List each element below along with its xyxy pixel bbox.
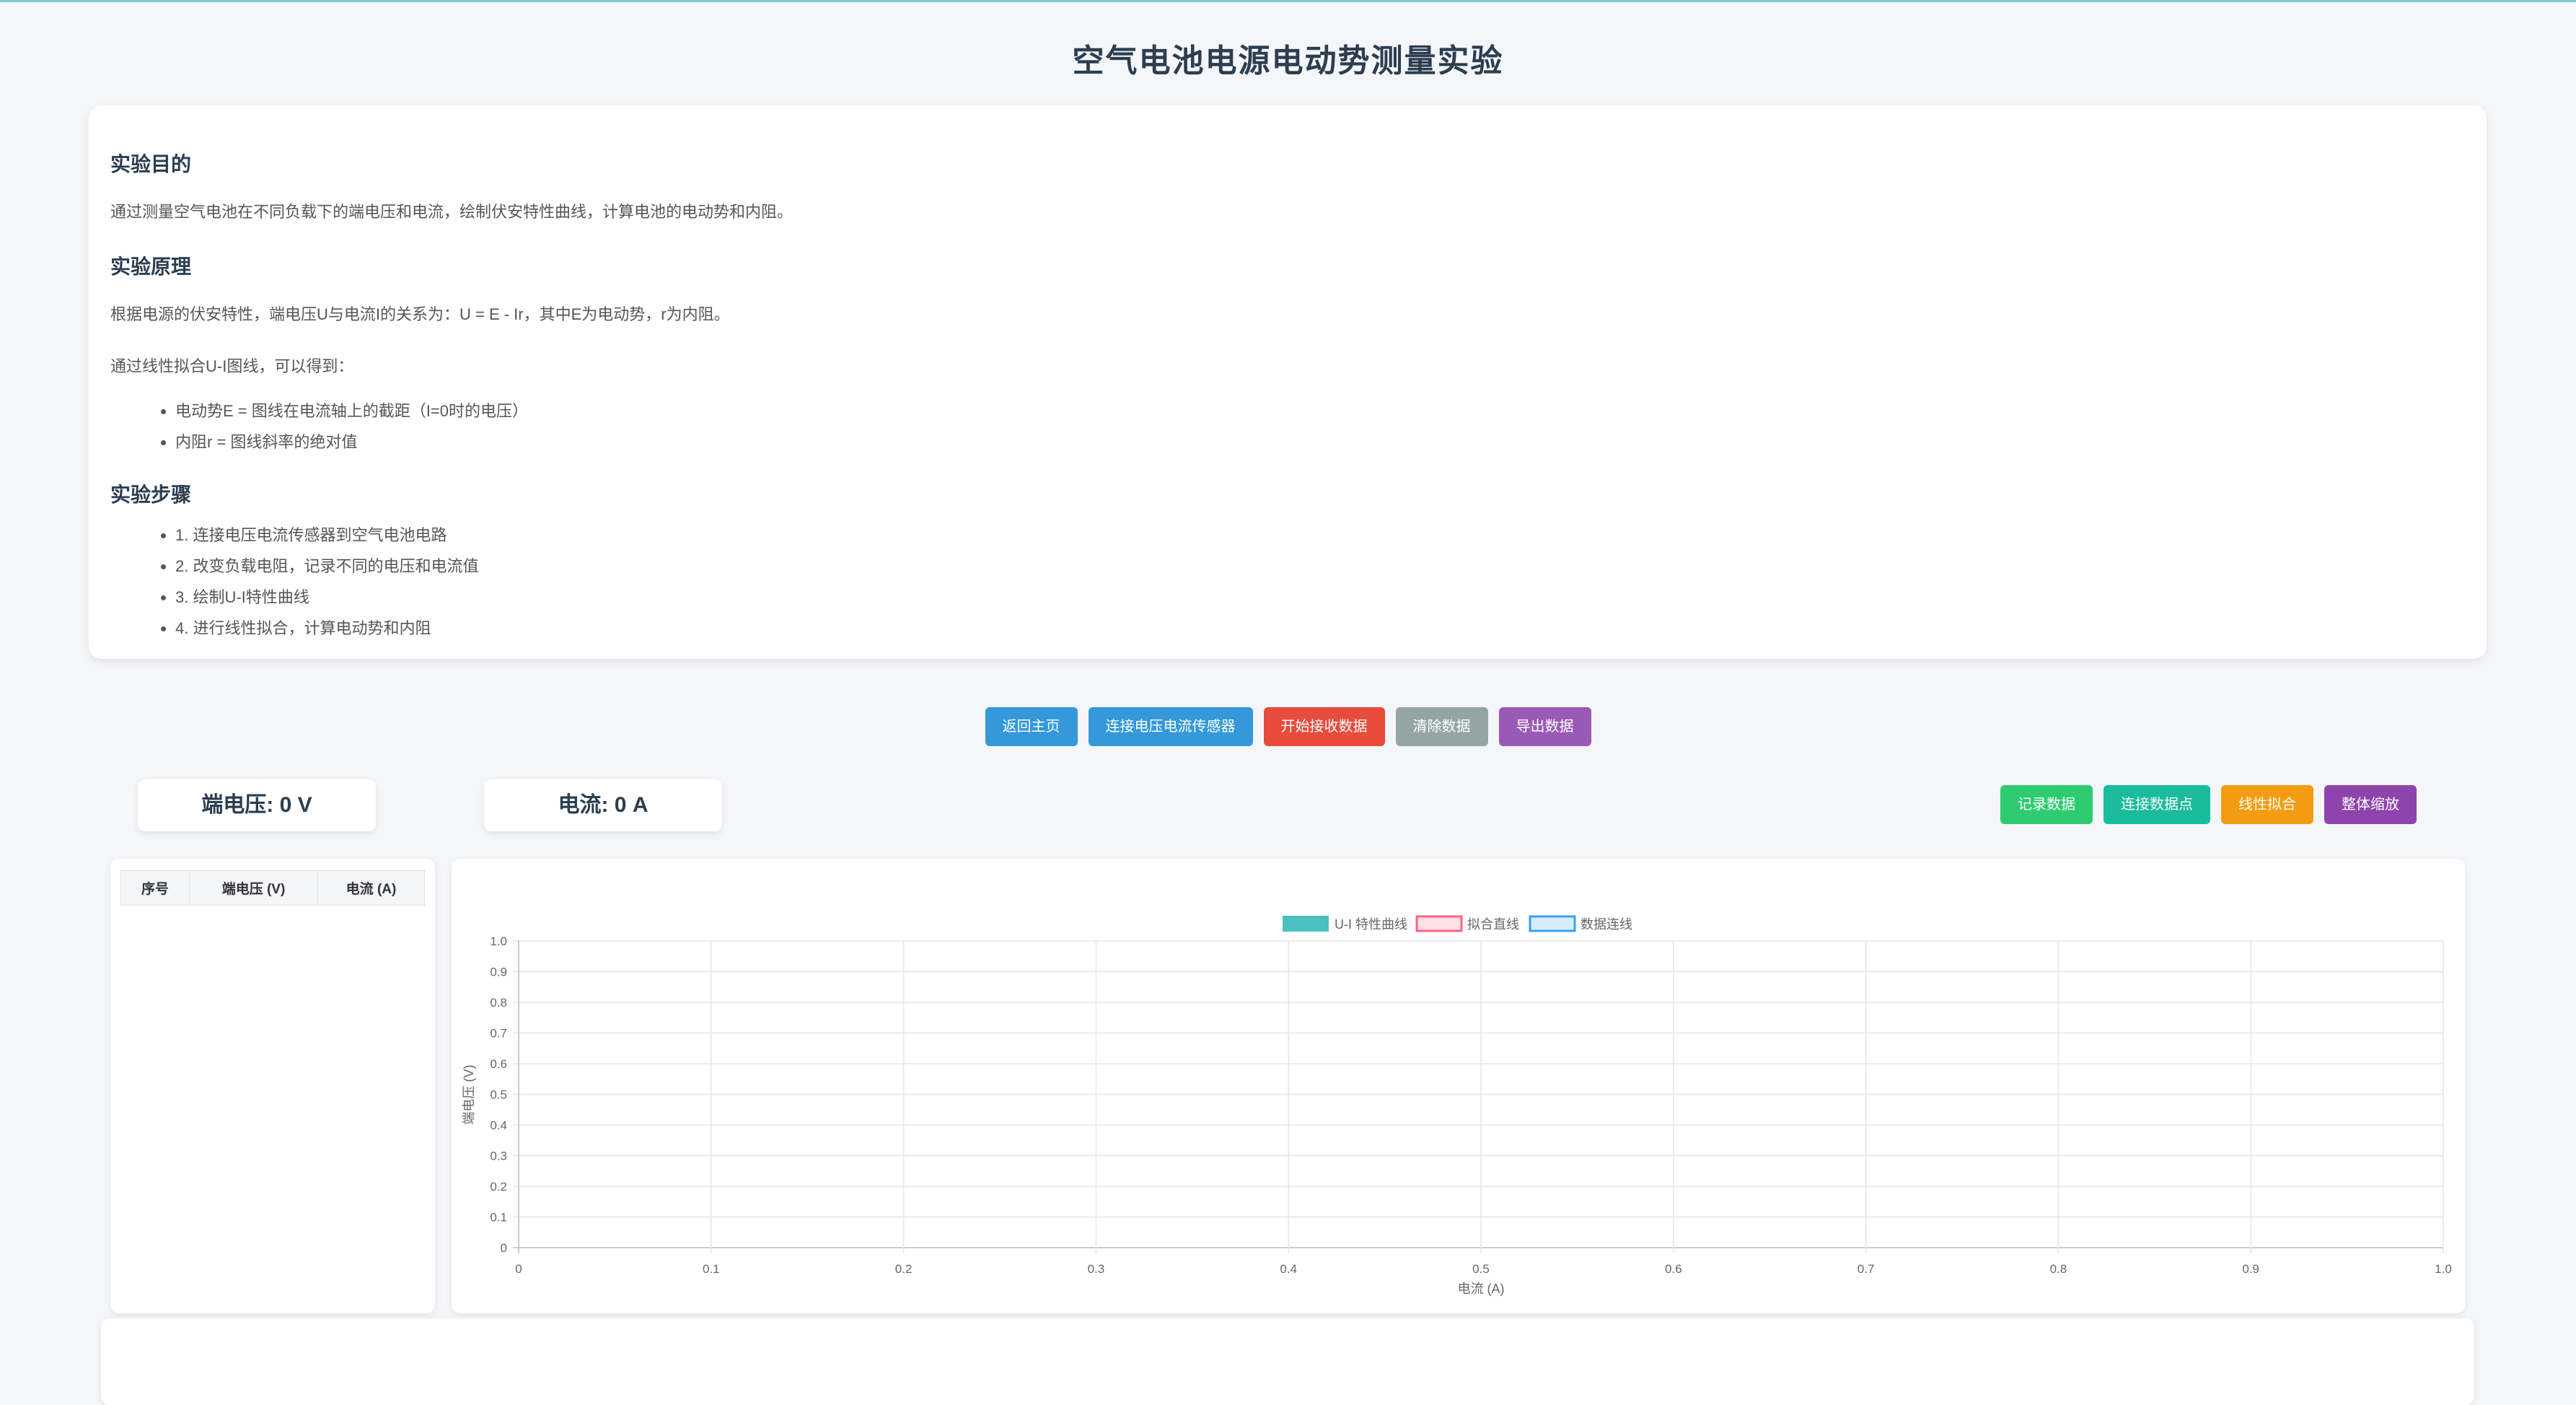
step-item: 1. 连接电压电流传感器到空气电池电路 <box>175 520 2465 551</box>
linear-fit-button[interactable]: 线性拟合 <box>2221 785 2313 824</box>
col-voltage-header: 端电压 (V) <box>189 870 318 906</box>
top-accent-line <box>0 0 2576 2</box>
y-tick-label: 0.3 <box>490 1150 507 1163</box>
principle-item: 电动势E = 图线在电流轴上的截距（I=0时的电压） <box>175 395 2465 426</box>
zoom-all-button[interactable]: 整体缩放 <box>2324 785 2417 824</box>
x-tick-label: 0.9 <box>2242 1262 2259 1276</box>
steps-heading: 实验步骤 <box>110 483 192 506</box>
x-tick-label: 0.4 <box>1280 1262 1297 1276</box>
y-tick-label: 0 <box>501 1241 507 1255</box>
y-axis-label: 端电压 (V) <box>462 1065 476 1125</box>
home-button[interactable]: 返回主页 <box>985 707 1078 746</box>
x-tick-label: 0.3 <box>1088 1262 1105 1276</box>
steps-list: 1. 连接电压电流传感器到空气电池电路 2. 改变负载电阻，记录不同的电压和电流… <box>110 520 2465 644</box>
x-tick-label: 0.8 <box>2050 1262 2067 1276</box>
connect-sensor-button[interactable]: 连接电压电流传感器 <box>1088 707 1253 746</box>
legend-label-ui-curve: U-I 特性曲线 <box>1335 917 1407 932</box>
principle-list: 电动势E = 图线在电流轴上的截距（I=0时的电压） 内阻r = 图线斜率的绝对… <box>110 395 2465 458</box>
x-tick-label: 0.2 <box>895 1262 913 1276</box>
chart-legend[interactable]: U-I 特性曲线 拟合直线 数据连线 <box>1283 915 1632 932</box>
principle-heading: 实验原理 <box>110 255 192 278</box>
x-axis-ticks: 0 0.1 0.2 0.3 0.4 0.5 0.6 0.7 0.8 0.9 1.0 <box>515 1262 2452 1276</box>
bottom-panel <box>101 1318 2474 1405</box>
start-receive-button[interactable]: 开始接收数据 <box>1263 707 1385 746</box>
x-tick-label: 0 <box>515 1262 522 1276</box>
chart-toolbar: 记录数据 连接数据点 线性拟合 整体缩放 <box>2000 785 2417 824</box>
connect-points-button[interactable]: 连接数据点 <box>2104 785 2210 824</box>
record-data-button[interactable]: 记录数据 <box>2000 785 2093 824</box>
y-tick-label: 0.7 <box>490 1027 507 1041</box>
chart-card: U-I 特性曲线 拟合直线 数据连线 0 0.1 0.2 0.3 0.4 0.5 0.6 0.… <box>452 859 2465 1313</box>
principle-text: 根据电源的伏安特性，端电压U与电流I的关系为：U = E - Ir，其中E为电动… <box>110 305 730 323</box>
export-data-button[interactable]: 导出数据 <box>1498 707 1591 746</box>
principle-text-2: 通过线性拟合U-I图线，可以得到： <box>110 357 354 375</box>
data-table: 序号 端电压 (V) 电流 (A) <box>120 870 425 906</box>
purpose-heading: 实验目的 <box>110 153 192 175</box>
col-current-header: 电流 (A) <box>317 870 425 906</box>
y-tick-label: 1.0 <box>490 935 507 948</box>
clear-data-button[interactable]: 清除数据 <box>1395 707 1488 746</box>
y-tick-label: 0.5 <box>490 1088 507 1102</box>
x-tick-label: 0.6 <box>1665 1262 1682 1276</box>
legend-label-fit-line: 拟合直线 <box>1467 917 1519 932</box>
principle-item: 内阻r = 图线斜率的绝对值 <box>175 426 2465 458</box>
x-axis-label: 电流 (A) <box>1458 1282 1505 1296</box>
data-table-card: 序号 端电压 (V) 电流 (A) <box>110 859 435 1313</box>
legend-label-data-link: 数据连线 <box>1581 917 1632 932</box>
purpose-text: 通过测量空气电池在不同负载下的端电压和电流，绘制伏安特性曲线，计算电池的电动势和… <box>110 203 794 221</box>
col-index-header: 序号 <box>120 870 190 906</box>
y-tick-label: 0.4 <box>490 1119 507 1132</box>
chart-grid <box>513 940 2444 1253</box>
main-toolbar: 返回主页 连接电压电流传感器 开始接收数据 清除数据 导出数据 <box>0 707 2576 746</box>
step-item: 4. 进行线性拟合，计算电动势和内阻 <box>175 613 2465 644</box>
table-header-row: 序号 端电压 (V) 电流 (A) <box>120 870 425 906</box>
current-readout: 电流: 0 A <box>484 779 722 831</box>
step-item: 3. 绘制U-I特性曲线 <box>175 582 2465 613</box>
y-tick-label: 0.6 <box>490 1057 507 1071</box>
y-axis-ticks: 0 0.1 0.2 0.3 0.4 0.5 0.6 0.7 0.8 0.9 1.0 <box>490 935 507 1255</box>
x-tick-label: 1.0 <box>2435 1262 2452 1276</box>
ui-chart[interactable]: U-I 特性曲线 拟合直线 数据连线 0 0.1 0.2 0.3 0.4 0.5 0.6 0.… <box>452 859 2465 1313</box>
legend-swatch-data-link <box>1529 915 1576 932</box>
x-tick-label: 0.1 <box>703 1262 720 1276</box>
intro-card: 实验目的 通过测量空气电池在不同负载下的端电压和电流，绘制伏安特性曲线，计算电池… <box>89 105 2487 659</box>
legend-swatch-fit-line <box>1415 915 1463 932</box>
y-tick-label: 0.9 <box>490 966 507 979</box>
legend-swatch-ui-curve <box>1283 916 1329 932</box>
y-tick-label: 0.1 <box>490 1211 507 1225</box>
voltage-readout: 端电压: 0 V <box>138 779 376 831</box>
page-title: 空气电池电源电动势测量实验 <box>1072 43 1504 79</box>
step-item: 2. 改变负载电阻，记录不同的电压和电流值 <box>175 551 2465 582</box>
y-tick-label: 0.2 <box>490 1180 507 1194</box>
x-tick-label: 0.7 <box>1858 1262 1875 1276</box>
y-tick-label: 0.8 <box>490 996 507 1010</box>
x-tick-label: 0.5 <box>1472 1262 1490 1276</box>
